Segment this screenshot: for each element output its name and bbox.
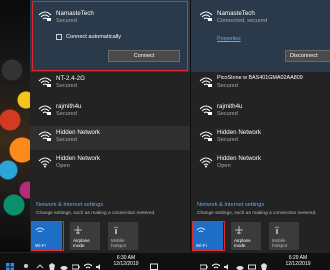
network-status: Secured	[217, 137, 238, 143]
airplane-mode-tile[interactable]: Airplane mode	[70, 222, 100, 250]
hotspot-icon	[272, 226, 282, 234]
network-status: Secured	[56, 111, 77, 117]
clock[interactable]: 6:30 AM 12/12/2019	[106, 255, 146, 267]
tile-label: Wi-Fi	[35, 243, 46, 248]
network-status: Connected, secured	[217, 18, 268, 24]
network-ssid: NamasteTech	[217, 10, 255, 17]
network-ssid: rajmith4u	[217, 103, 243, 110]
wifi-secured-icon	[199, 130, 213, 142]
right-screenshot: NamasteTech Connected, secured Propertie…	[191, 0, 330, 252]
wifi-secured-icon	[199, 76, 213, 88]
volume-icon[interactable]	[224, 258, 232, 270]
network-status: Secured	[217, 83, 238, 89]
network-item[interactable]: Hidden Network Open	[191, 150, 330, 178]
taskbar: 6:30 AM 12/12/2019 6:29 AM 12/12/2019	[0, 252, 330, 270]
wifi-secured-icon	[38, 76, 52, 88]
network-item[interactable]: Hidden Network Secured	[30, 126, 190, 150]
network-item-expanded[interactable]: NamasteTech Secured Connect automaticall…	[30, 0, 190, 72]
network-settings-link[interactable]: Network & Internet settings	[197, 202, 264, 208]
wifi-open-icon	[199, 156, 213, 168]
tile-label: Mobile hotspot	[111, 238, 127, 248]
network-status: Open	[217, 163, 231, 169]
network-item[interactable]: rajmith4u Secured	[191, 100, 330, 126]
network-item-connected[interactable]: NamasteTech Connected, secured Propertie…	[191, 0, 330, 72]
network-status: Secured	[217, 111, 238, 117]
network-item[interactable]: rajmith4u Secured	[30, 100, 190, 126]
notification-icon[interactable]	[150, 258, 158, 270]
airplane-mode-tile[interactable]: Airplane mode	[231, 222, 261, 250]
volume-icon[interactable]	[96, 258, 104, 270]
network-status: Secured	[56, 18, 77, 24]
wifi-icon	[35, 226, 45, 234]
tile-label: Airplane mode	[73, 238, 90, 248]
connect-automatically-label: Connect automatically	[66, 34, 122, 40]
wifi-tray-icon[interactable]	[83, 258, 93, 269]
network-ssid: Hidden Network	[217, 155, 262, 162]
wifi-secured-icon	[38, 104, 52, 116]
network-status: Secured	[56, 137, 77, 143]
connect-button[interactable]: Connect	[108, 50, 180, 62]
battery-icon[interactable]	[199, 258, 208, 270]
clock[interactable]: 6:29 AM 12/12/2019	[278, 255, 318, 267]
network-item[interactable]: PicoStone w BAS401GMA02AA809 Secured	[191, 72, 330, 100]
wifi-secured-icon	[38, 10, 52, 22]
wifi-secured-icon	[199, 104, 213, 116]
mobile-hotspot-tile[interactable]: Mobile hotspot	[269, 222, 299, 250]
wifi-tile[interactable]: Wi-Fi	[32, 222, 62, 250]
chevron-up-icon[interactable]	[36, 258, 44, 269]
airplane-icon	[73, 226, 83, 234]
network-flyout: NamasteTech Connected, secured Propertie…	[191, 0, 330, 252]
mobile-hotspot-tile[interactable]: Mobile hotspot	[108, 222, 138, 250]
network-ssid: NamasteTech	[56, 10, 94, 17]
network-settings-description: Change settings, such as making a connec…	[197, 211, 317, 216]
network-ssid: Hidden Network	[217, 129, 262, 136]
network-settings-link[interactable]: Network & Internet settings	[36, 202, 103, 208]
clock-date: 12/12/2019	[285, 261, 311, 267]
left-screenshot: NamasteTech Secured Connect automaticall…	[0, 0, 190, 252]
network-ssid: rajmith4u	[56, 103, 82, 110]
properties-link[interactable]: Properties	[217, 36, 241, 42]
people-icon[interactable]	[22, 258, 30, 268]
network-flyout: NamasteTech Secured Connect automaticall…	[30, 0, 190, 252]
battery-icon[interactable]	[71, 258, 80, 270]
tile-label: Wi-Fi	[196, 243, 207, 248]
clock-date: 12/12/2019	[113, 261, 139, 267]
network-status: Secured	[56, 83, 77, 89]
wifi-open-icon	[38, 156, 52, 168]
network-item[interactable]: NT-2.4-2G Secured	[30, 72, 190, 100]
onedrive-icon[interactable]	[236, 258, 244, 270]
tile-label: Airplane mode	[234, 238, 251, 248]
airplane-icon	[234, 226, 244, 234]
hotspot-icon	[111, 226, 121, 234]
wifi-secured-icon	[38, 130, 52, 142]
connect-automatically-checkbox[interactable]	[56, 34, 62, 40]
wifi-secured-icon	[199, 10, 213, 22]
network-ssid: Hidden Network	[56, 155, 101, 162]
onedrive-icon[interactable]	[60, 258, 68, 270]
shield-icon[interactable]	[260, 258, 268, 270]
wifi-tile[interactable]: Wi-Fi	[193, 222, 223, 250]
network-ssid: Hidden Network	[56, 129, 101, 136]
tile-label: Mobile hotspot	[272, 238, 288, 248]
shield-icon[interactable]	[48, 258, 56, 270]
windows-start-icon[interactable]	[6, 258, 14, 270]
network-status: Open	[56, 163, 70, 169]
network-ssid: PicoStone w BAS401GMA02AA809	[217, 75, 303, 81]
network-settings-description: Change settings, such as making a connec…	[36, 211, 156, 216]
network-item[interactable]: Hidden Network Secured	[191, 126, 330, 150]
wifi-icon	[196, 226, 206, 234]
keyboard-icon[interactable]	[248, 258, 256, 270]
network-item[interactable]: Hidden Network Open	[30, 150, 190, 178]
network-ssid: NT-2.4-2G	[56, 75, 85, 82]
disconnect-button[interactable]: Disconnect	[285, 50, 330, 62]
wifi-tray-icon[interactable]	[211, 258, 221, 269]
